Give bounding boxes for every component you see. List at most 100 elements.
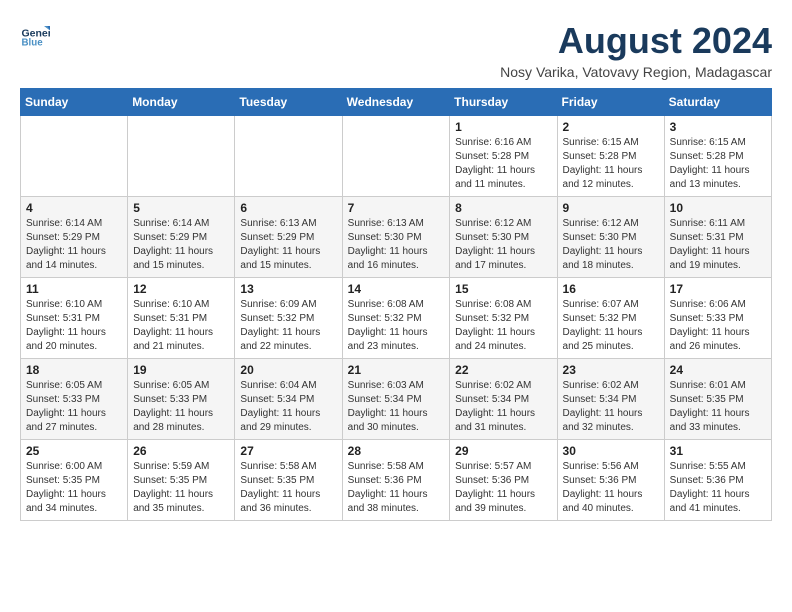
weekday-header-monday: Monday [128, 89, 235, 116]
day-info: Sunrise: 5:59 AM Sunset: 5:35 PM Dayligh… [133, 460, 229, 516]
calendar-empty-cell [235, 116, 342, 197]
day-info: Sunrise: 6:14 AM Sunset: 5:29 PM Dayligh… [26, 217, 122, 273]
day-info: Sunrise: 6:00 AM Sunset: 5:35 PM Dayligh… [26, 460, 122, 516]
day-number: 22 [455, 363, 551, 377]
calendar-day-12: 12Sunrise: 6:10 AM Sunset: 5:31 PM Dayli… [128, 278, 235, 359]
day-info: Sunrise: 6:15 AM Sunset: 5:28 PM Dayligh… [563, 136, 659, 192]
day-number: 6 [240, 201, 336, 215]
calendar-week-row: 25 Sunrise: 6:00 AM Sunset: 5:35 PM Dayli… [21, 440, 772, 521]
day-info: Sunrise: 5:58 AM Sunset: 5:36 PM Dayligh… [348, 460, 445, 516]
day-info: Sunrise: 6:08 AM Sunset: 5:32 PM Dayligh… [348, 298, 445, 354]
day-number: 18 [26, 363, 122, 377]
day-info: Sunrise: 5:55 AM Sunset: 5:36 PM Dayligh… [670, 460, 766, 516]
calendar-day-1: 1Sunrise: 6:16 AM Sunset: 5:28 PM Daylig… [450, 116, 557, 197]
calendar-day-20: 20 Sunrise: 6:04 AM Sunset: 5:34 PM Dayli… [235, 359, 342, 440]
day-info: Sunrise: 6:08 AM Sunset: 5:32 PM Dayligh… [455, 298, 551, 354]
calendar-empty-cell [128, 116, 235, 197]
day-number: 31 [670, 444, 766, 458]
calendar-week-row: 1Sunrise: 6:16 AM Sunset: 5:28 PM Daylig… [21, 116, 772, 197]
day-number: 5 [133, 201, 229, 215]
day-number: 29 [455, 444, 551, 458]
title-block: August 2024 Nosy Varika, Vatovavy Region… [500, 20, 772, 80]
day-info: Sunrise: 6:13 AM Sunset: 5:30 PM Dayligh… [348, 217, 445, 273]
calendar-day-14: 14 Sunrise: 6:08 AM Sunset: 5:32 PM Dayli… [342, 278, 450, 359]
weekday-header-tuesday: Tuesday [235, 89, 342, 116]
day-info: Sunrise: 6:12 AM Sunset: 5:30 PM Dayligh… [455, 217, 551, 273]
day-info: Sunrise: 6:14 AM Sunset: 5:29 PM Dayligh… [133, 217, 229, 273]
calendar-day-27: 27 Sunrise: 5:58 AM Sunset: 5:35 PM Dayli… [235, 440, 342, 521]
day-info: Sunrise: 6:05 AM Sunset: 5:33 PM Dayligh… [133, 379, 229, 435]
calendar-day-24: 24 Sunrise: 6:01 AM Sunset: 5:35 PM Dayli… [664, 359, 771, 440]
day-info: Sunrise: 6:06 AM Sunset: 5:33 PM Dayligh… [670, 298, 766, 354]
calendar-day-7: 7 Sunrise: 6:13 AM Sunset: 5:30 PM Daylig… [342, 197, 450, 278]
calendar-week-row: 11 Sunrise: 6:10 AM Sunset: 5:31 PM Dayli… [21, 278, 772, 359]
calendar-day-8: 8 Sunrise: 6:12 AM Sunset: 5:30 PM Daylig… [450, 197, 557, 278]
day-info: Sunrise: 5:57 AM Sunset: 5:36 PM Dayligh… [455, 460, 551, 516]
day-number: 26 [133, 444, 229, 458]
calendar-day-13: 13Sunrise: 6:09 AM Sunset: 5:32 PM Dayli… [235, 278, 342, 359]
day-number: 10 [670, 201, 766, 215]
weekday-header-wednesday: Wednesday [342, 89, 450, 116]
day-number: 16 [563, 282, 659, 296]
calendar-day-26: 26 Sunrise: 5:59 AM Sunset: 5:35 PM Dayli… [128, 440, 235, 521]
calendar-empty-cell [21, 116, 128, 197]
weekday-header-row: SundayMondayTuesdayWednesdayThursdayFrid… [21, 89, 772, 116]
weekday-header-sunday: Sunday [21, 89, 128, 116]
logo: General Blue [20, 20, 54, 50]
calendar-day-30: 30 Sunrise: 5:56 AM Sunset: 5:36 PM Dayli… [557, 440, 664, 521]
calendar-day-15: 15 Sunrise: 6:08 AM Sunset: 5:32 PM Dayli… [450, 278, 557, 359]
day-number: 30 [563, 444, 659, 458]
calendar-day-9: 9Sunrise: 6:12 AM Sunset: 5:30 PM Daylig… [557, 197, 664, 278]
calendar-day-25: 25 Sunrise: 6:00 AM Sunset: 5:35 PM Dayli… [21, 440, 128, 521]
calendar-day-16: 16 Sunrise: 6:07 AM Sunset: 5:32 PM Dayli… [557, 278, 664, 359]
day-info: Sunrise: 6:15 AM Sunset: 5:28 PM Dayligh… [670, 136, 766, 192]
day-number: 2 [563, 120, 659, 134]
day-info: Sunrise: 6:02 AM Sunset: 5:34 PM Dayligh… [563, 379, 659, 435]
calendar-day-21: 21Sunrise: 6:03 AM Sunset: 5:34 PM Dayli… [342, 359, 450, 440]
day-number: 8 [455, 201, 551, 215]
day-info: Sunrise: 6:04 AM Sunset: 5:34 PM Dayligh… [240, 379, 336, 435]
day-info: Sunrise: 6:03 AM Sunset: 5:34 PM Dayligh… [348, 379, 445, 435]
day-info: Sunrise: 6:10 AM Sunset: 5:31 PM Dayligh… [133, 298, 229, 354]
month-title: August 2024 [500, 20, 772, 62]
day-number: 11 [26, 282, 122, 296]
calendar-day-10: 10 Sunrise: 6:11 AM Sunset: 5:31 PM Dayli… [664, 197, 771, 278]
day-info: Sunrise: 6:01 AM Sunset: 5:35 PM Dayligh… [670, 379, 766, 435]
day-number: 25 [26, 444, 122, 458]
calendar-day-17: 17Sunrise: 6:06 AM Sunset: 5:33 PM Dayli… [664, 278, 771, 359]
calendar-day-31: 31 Sunrise: 5:55 AM Sunset: 5:36 PM Dayli… [664, 440, 771, 521]
day-number: 28 [348, 444, 445, 458]
calendar-empty-cell [342, 116, 450, 197]
calendar-day-3: 3 Sunrise: 6:15 AM Sunset: 5:28 PM Daylig… [664, 116, 771, 197]
calendar-table: SundayMondayTuesdayWednesdayThursdayFrid… [20, 88, 772, 521]
day-number: 15 [455, 282, 551, 296]
weekday-header-friday: Friday [557, 89, 664, 116]
day-number: 3 [670, 120, 766, 134]
day-info: Sunrise: 5:56 AM Sunset: 5:36 PM Dayligh… [563, 460, 659, 516]
day-info: Sunrise: 6:13 AM Sunset: 5:29 PM Dayligh… [240, 217, 336, 273]
day-number: 19 [133, 363, 229, 377]
calendar-day-28: 28 Sunrise: 5:58 AM Sunset: 5:36 PM Dayli… [342, 440, 450, 521]
day-number: 20 [240, 363, 336, 377]
weekday-header-thursday: Thursday [450, 89, 557, 116]
calendar-day-23: 23Sunrise: 6:02 AM Sunset: 5:34 PM Dayli… [557, 359, 664, 440]
day-info: Sunrise: 6:09 AM Sunset: 5:32 PM Dayligh… [240, 298, 336, 354]
day-info: Sunrise: 6:07 AM Sunset: 5:32 PM Dayligh… [563, 298, 659, 354]
svg-text:Blue: Blue [22, 38, 44, 49]
calendar-day-6: 6 Sunrise: 6:13 AM Sunset: 5:29 PM Daylig… [235, 197, 342, 278]
day-number: 7 [348, 201, 445, 215]
day-number: 4 [26, 201, 122, 215]
calendar-day-4: 4 Sunrise: 6:14 AM Sunset: 5:29 PM Daylig… [21, 197, 128, 278]
calendar-week-row: 18 Sunrise: 6:05 AM Sunset: 5:33 PM Dayli… [21, 359, 772, 440]
day-info: Sunrise: 6:10 AM Sunset: 5:31 PM Dayligh… [26, 298, 122, 354]
calendar-week-row: 4 Sunrise: 6:14 AM Sunset: 5:29 PM Daylig… [21, 197, 772, 278]
day-info: Sunrise: 6:16 AM Sunset: 5:28 PM Dayligh… [455, 136, 551, 192]
day-info: Sunrise: 6:11 AM Sunset: 5:31 PM Dayligh… [670, 217, 766, 273]
calendar-day-2: 2 Sunrise: 6:15 AM Sunset: 5:28 PM Daylig… [557, 116, 664, 197]
day-number: 24 [670, 363, 766, 377]
day-number: 9 [563, 201, 659, 215]
calendar-day-5: 5 Sunrise: 6:14 AM Sunset: 5:29 PM Daylig… [128, 197, 235, 278]
day-number: 14 [348, 282, 445, 296]
day-number: 27 [240, 444, 336, 458]
day-info: Sunrise: 5:58 AM Sunset: 5:35 PM Dayligh… [240, 460, 336, 516]
